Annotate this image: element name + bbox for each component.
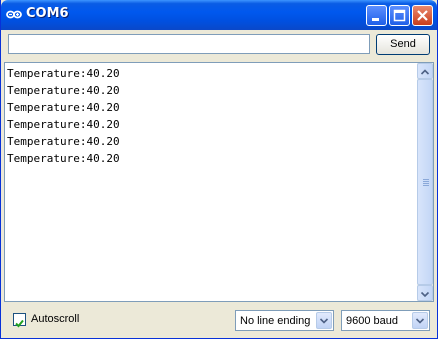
checkmark-icon (15, 319, 24, 328)
baud-rate-dropdown-button[interactable] (412, 312, 428, 329)
baud-rate-select[interactable]: 9600 baud (341, 310, 430, 331)
maximize-icon (393, 9, 406, 22)
output-line: Temperature:40.20 (7, 84, 120, 97)
send-button[interactable]: Send (376, 34, 430, 55)
bottom-toolbar: Autoscroll No line ending 9600 baud (4, 302, 434, 336)
serial-monitor-body: Send Temperature:40.20 Temperature:40.20… (4, 30, 434, 336)
serial-output-text: Temperature:40.20 Temperature:40.20 Temp… (7, 65, 415, 299)
scroll-down-icon (420, 291, 430, 298)
vertical-scrollbar[interactable] (417, 63, 433, 301)
output-line: Temperature:40.20 (7, 135, 120, 148)
thumb-grip (423, 181, 429, 182)
arduino-logo-icon (6, 10, 22, 19)
output-line: Temperature:40.20 (7, 152, 120, 165)
close-button[interactable] (412, 5, 433, 26)
scrollbar-thumb[interactable] (417, 79, 433, 285)
window-title: COM6 (26, 6, 69, 21)
serial-output[interactable]: Temperature:40.20 Temperature:40.20 Temp… (4, 62, 434, 302)
thumb-grip (423, 185, 429, 186)
scroll-down-button[interactable] (417, 285, 433, 301)
output-line: Temperature:40.20 (7, 67, 120, 80)
autoscroll-label[interactable]: Autoscroll (31, 313, 79, 325)
thumb-grip (423, 179, 429, 180)
minimize-icon (372, 18, 379, 21)
send-input[interactable] (8, 34, 370, 54)
autoscroll-checkbox[interactable] (13, 313, 26, 328)
maximize-button[interactable] (389, 5, 410, 26)
scroll-up-button[interactable] (417, 63, 433, 79)
line-ending-dropdown-button[interactable] (316, 312, 332, 329)
title-bar[interactable]: COM6 (1, 0, 437, 30)
output-line: Temperature:40.20 (7, 101, 120, 114)
scroll-up-icon (420, 69, 430, 75)
serial-monitor-window: COM6 Send Temperature:40.20 Temperature:… (0, 0, 438, 339)
dropdown-arrow-icon (319, 318, 329, 324)
line-ending-value: No line ending (240, 315, 311, 327)
dropdown-arrow-icon (415, 318, 425, 324)
baud-rate-value: 9600 baud (346, 315, 398, 327)
close-icon (417, 10, 428, 21)
output-line: Temperature:40.20 (7, 118, 120, 131)
line-ending-select[interactable]: No line ending (235, 310, 334, 331)
thumb-grip (423, 183, 429, 184)
minimize-button[interactable] (366, 5, 387, 26)
